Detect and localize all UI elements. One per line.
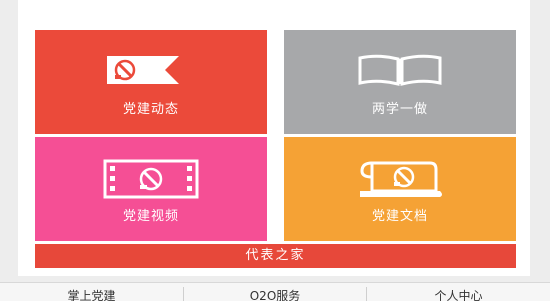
tile-party-video[interactable]: 党建视频 xyxy=(35,137,267,241)
document-scroll-icon xyxy=(360,161,442,197)
tile-label: 党建文档 xyxy=(371,209,428,224)
tile-two-studies[interactable]: 两学一做 xyxy=(284,30,516,134)
nav-item-personal-center[interactable]: 个人中心 xyxy=(367,283,550,301)
nav-item-mobile-party[interactable]: 掌上党建 xyxy=(0,283,183,301)
app-screen: 党建动态 两学一做 党建视频 党建文档 代表之家 掌上党建 O2O服务 个人中心 xyxy=(0,0,550,301)
top-panel-edge xyxy=(18,0,530,19)
nav-item-o2o-service[interactable]: O2O服务 xyxy=(184,283,366,301)
party-flag-icon xyxy=(107,56,179,84)
tile-label: 党建视频 xyxy=(122,209,179,224)
open-book-icon xyxy=(358,54,442,86)
tile-label: 两学一做 xyxy=(371,102,428,117)
bottom-nav: 掌上党建 O2O服务 个人中心 xyxy=(0,282,550,301)
representative-home-button[interactable]: 代表之家 xyxy=(35,244,516,268)
tile-label: 党建动态 xyxy=(122,102,179,117)
tile-party-dynamics[interactable]: 党建动态 xyxy=(35,30,267,134)
film-strip-icon xyxy=(103,159,199,199)
tile-party-docs[interactable]: 党建文档 xyxy=(284,137,516,241)
